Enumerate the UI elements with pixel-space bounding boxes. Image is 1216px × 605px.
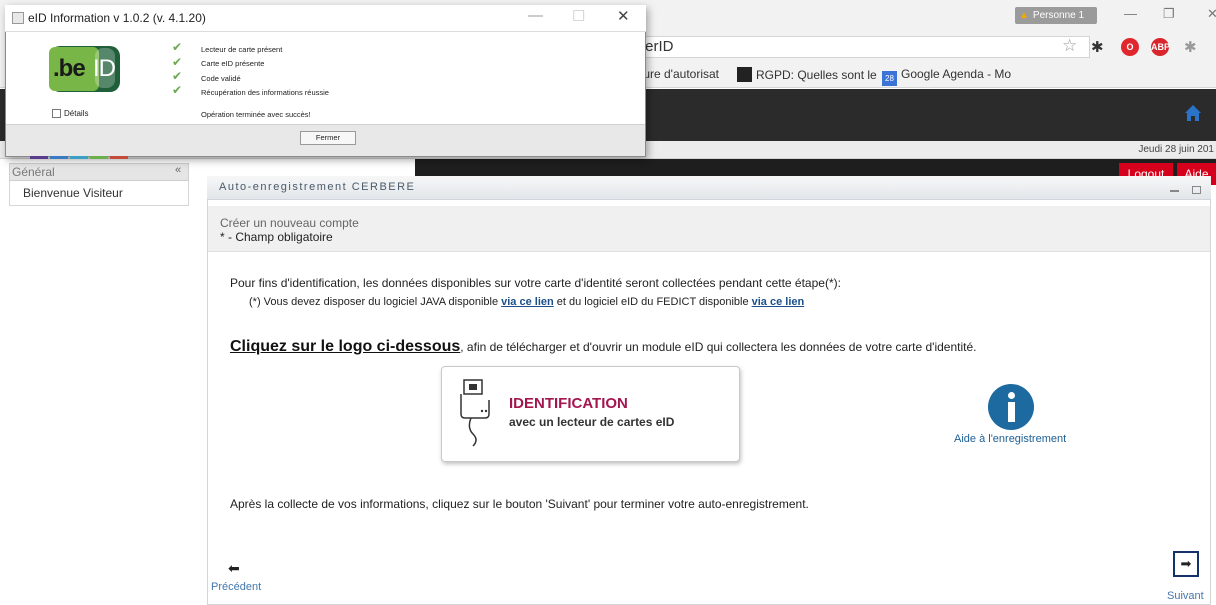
close-window-icon[interactable]: ✕ [1207, 6, 1216, 22]
info-icon[interactable] [988, 384, 1034, 430]
after-collection-note: Après la collecte de vos informations, c… [230, 497, 809, 511]
minimize-window-icon[interactable]: — [1124, 6, 1137, 21]
extension-icon[interactable]: ✱ [1184, 38, 1197, 56]
calendar-icon: 28 [882, 71, 897, 86]
check-icon: ✔ [172, 40, 183, 54]
previous-arrow-icon[interactable]: ⬅ [228, 560, 240, 577]
opera-icon[interactable]: O [1121, 38, 1139, 56]
home-icon[interactable] [1184, 104, 1202, 122]
logo-be-text: .be [53, 55, 86, 82]
check-icon: ✔ [172, 83, 183, 97]
logo-id-text: ID [93, 55, 116, 82]
cta-text: Cliquez sur le logo ci-dessous, afin de … [230, 338, 977, 355]
sidebar-section-header[interactable]: Général [9, 163, 189, 181]
dialog-minimize-icon[interactable]: — [528, 7, 543, 24]
dialog-title: eID Information v 1.0.2 (v. 4.1.20) [28, 11, 206, 25]
previous-label[interactable]: Précédent [211, 581, 261, 593]
section-title: Créer un nouveau compte [220, 216, 359, 230]
java-link[interactable]: via ce lien [501, 296, 554, 308]
sidebar-item-label: Bienvenue Visiteur [23, 186, 123, 200]
sidebar-section-label: Général [12, 165, 55, 179]
step-code: Code validé [201, 74, 241, 83]
software-note: (*) Vous devez disposer du logiciel JAVA… [249, 296, 805, 308]
details-label: Détails [64, 109, 89, 118]
card-reader-icon [460, 379, 490, 447]
dialog-maximize-icon: ☐ [572, 8, 586, 25]
warning-icon: ▲ [1019, 10, 1029, 21]
puzzle-extension-icon[interactable]: ✱ [1091, 38, 1104, 56]
operation-status: Opération terminée avec succès! [201, 110, 311, 119]
restore-window-icon[interactable]: ❐ [1163, 6, 1175, 22]
bookmark-item[interactable]: 28 Google Agenda - Mo [882, 67, 1011, 86]
intro-text: Pour fins d'identification, les données … [230, 276, 841, 290]
step-retrieval: Récupération des informations réussie [201, 88, 329, 97]
panel-maximize-icon[interactable] [1192, 186, 1201, 194]
identification-subtitle: avec un lecteur de cartes eID [509, 415, 675, 429]
collapse-icon[interactable]: « [175, 164, 181, 176]
sidebar-item-welcome[interactable]: Bienvenue Visiteur [9, 181, 189, 206]
cta-bold: Cliquez sur le logo ci-dessous [230, 338, 461, 355]
identification-title: IDENTIFICATION [509, 395, 628, 412]
dialog-close-icon[interactable]: ✕ [617, 7, 630, 25]
fedict-link[interactable]: via ce lien [752, 296, 805, 308]
current-date: Jeudi 28 juin 201 [1138, 144, 1214, 155]
next-arrow-icon: ➡ [1180, 556, 1192, 571]
bookmark-favicon [737, 67, 752, 82]
registration-help-link[interactable]: Aide à l'enregistrement [954, 433, 1066, 445]
java-app-icon [12, 12, 24, 24]
header-band [415, 159, 1216, 176]
details-checkbox[interactable] [52, 109, 61, 118]
address-bar[interactable]: terID [620, 36, 1090, 58]
next-button[interactable]: ➡ [1173, 551, 1199, 577]
bookmark-item[interactable]: RGPD: Quelles sont le [737, 67, 877, 82]
profile-label: Personne 1 [1032, 10, 1085, 21]
bookmark-item[interactable]: ture d'autorisat [640, 67, 719, 81]
panel-title: Auto-enregistrement CERBERE [207, 176, 1211, 200]
adblock-icon[interactable]: ABP [1151, 38, 1170, 56]
check-icon: ✔ [172, 55, 183, 69]
step-card: Carte eID présente [201, 59, 265, 68]
required-field-note: * - Champ obligatoire [220, 230, 333, 244]
next-label[interactable]: Suivant [1167, 590, 1204, 602]
brand-color-strip [30, 156, 130, 159]
step-reader: Lecteur de carte présent [201, 45, 283, 54]
panel-minimize-icon[interactable] [1170, 190, 1179, 192]
profile-button[interactable]: ▲ Personne 1 [1015, 7, 1097, 24]
check-icon: ✔ [172, 69, 183, 83]
close-button[interactable]: Fermer [300, 131, 356, 145]
bookmark-star-icon[interactable]: ☆ [1062, 36, 1077, 56]
